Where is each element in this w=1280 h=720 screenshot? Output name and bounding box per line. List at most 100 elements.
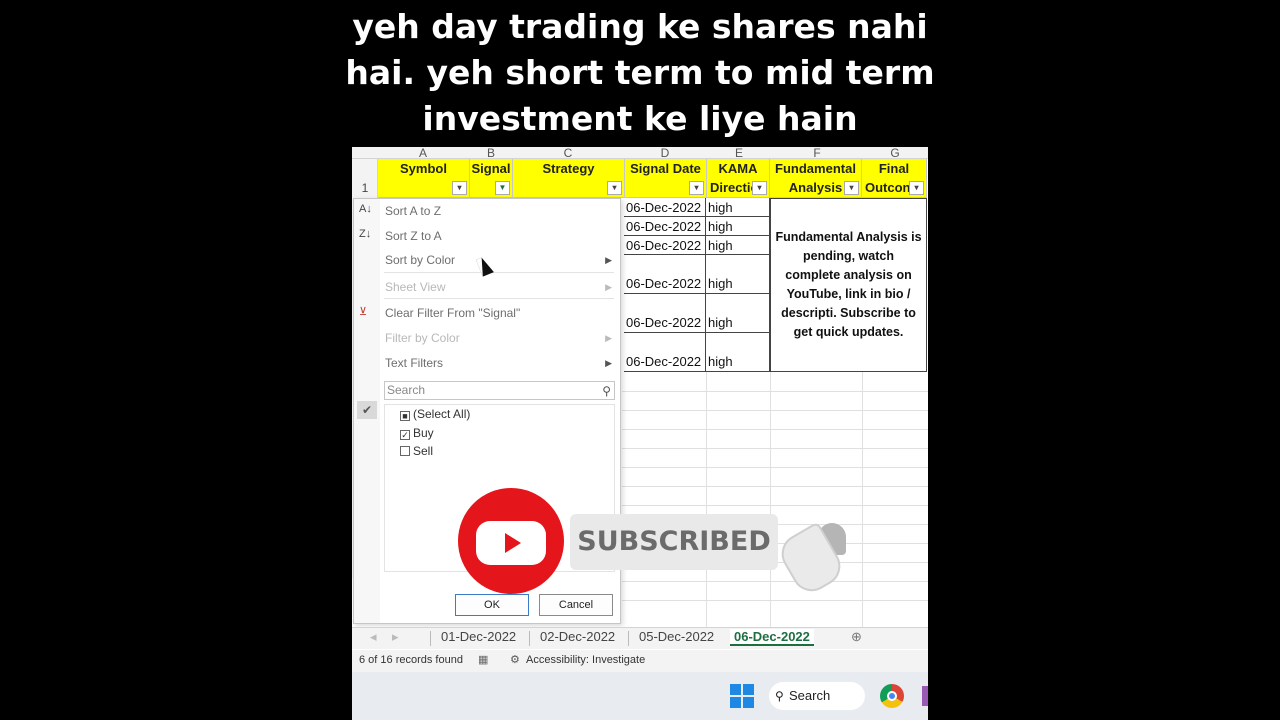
menu-sort-a-to-z[interactable]: Sort A to Z — [385, 204, 441, 218]
search-placeholder: Search — [387, 383, 426, 397]
cell-kama[interactable]: high — [706, 217, 770, 236]
fundamental-note-cell[interactable]: Fundamental Analysis is pending, watch c… — [770, 198, 927, 372]
tab-01-dec-2022[interactable]: 01-Dec-2022 — [441, 629, 516, 644]
cell-kama[interactable]: high — [706, 255, 770, 294]
tab-02-dec-2022[interactable]: 02-Dec-2022 — [540, 629, 615, 644]
clear-filter-icon: ⊻ — [359, 306, 368, 318]
cell-kama[interactable]: high — [706, 333, 770, 372]
sort-za-icon: Z↓ — [359, 228, 372, 240]
menu-sort-z-to-a[interactable]: Sort Z to A — [385, 229, 442, 243]
taskbar-search[interactable]: ⚲ Search — [769, 682, 865, 710]
youtube-logo-icon[interactable] — [458, 488, 564, 594]
grid-line — [622, 467, 928, 468]
grid-line — [622, 581, 928, 582]
grid-line — [622, 410, 928, 411]
cell-signal-date[interactable]: 06-Dec-2022 — [624, 294, 706, 333]
filter-item-buy[interactable]: ✓ Buy — [400, 425, 434, 441]
cell-kama[interactable]: high — [706, 294, 770, 333]
cell-signal-date[interactable]: 06-Dec-2022 — [624, 333, 706, 372]
menu-separator — [384, 298, 614, 299]
header-kama-line1: KAMA — [718, 161, 758, 176]
filter-dropdown-icon[interactable]: ▾ — [607, 181, 622, 195]
grid-line — [622, 600, 928, 601]
accessibility-status[interactable]: Accessibility: Investigate — [526, 654, 645, 666]
header-fundamental-line1: Fundamental — [775, 161, 856, 176]
filter-item-select-all[interactable]: ■ (Select All) — [400, 406, 470, 422]
cell-signal-date[interactable]: 06-Dec-2022 — [624, 217, 706, 236]
menu-clear-filter[interactable]: Clear Filter From "Signal" — [385, 306, 520, 320]
checkbox-checked-icon[interactable]: ✓ — [400, 430, 410, 440]
submenu-arrow-icon: ▶ — [605, 282, 612, 292]
header-signal-label: Signal — [471, 161, 511, 176]
filter-dropdown-icon[interactable]: ▾ — [689, 181, 704, 195]
header-signal-date: Signal Date ▾ — [625, 159, 707, 198]
accessibility-icon: ⚙ — [510, 654, 520, 666]
tab-scroll-left-icon[interactable]: ◂ — [370, 629, 377, 645]
header-strategy-label: Strategy — [542, 161, 595, 176]
checkbox-partial-icon[interactable]: ■ — [400, 411, 410, 421]
header-kama: KAMA Directio ▾ — [707, 159, 770, 198]
caption-line-3: investment ke liye hain — [422, 99, 858, 138]
macro-icon[interactable]: ▦ — [478, 653, 488, 666]
sort-az-icon: A↓ — [359, 203, 372, 215]
subscribed-button[interactable]: SUBSCRIBED — [570, 514, 778, 570]
windows-start-icon[interactable] — [730, 684, 754, 708]
header-signal-date-label: Signal Date — [630, 161, 701, 176]
filter-dropdown-icon[interactable]: ▾ — [844, 181, 859, 195]
grid-line — [622, 448, 928, 449]
taskbar-search-label: Search — [789, 688, 831, 703]
ok-button[interactable]: OK — [455, 594, 529, 616]
grid-line — [862, 372, 863, 627]
tab-separator — [529, 631, 530, 646]
cell-signal-date[interactable]: 06-Dec-2022 — [624, 255, 706, 294]
tab-06-dec-2022[interactable]: 06-Dec-2022 — [730, 629, 814, 646]
filter-dropdown-icon[interactable]: ▾ — [452, 181, 467, 195]
grid-line — [622, 391, 928, 392]
filter-item-label: Sell — [413, 444, 434, 458]
filter-active-icon[interactable]: ▼ — [495, 181, 510, 195]
add-sheet-icon[interactable]: ⊕ — [851, 629, 862, 645]
filter-dropdown-icon[interactable]: ▾ — [752, 181, 767, 195]
app-icon[interactable] — [922, 686, 928, 706]
checkbox-unchecked-icon[interactable] — [400, 446, 410, 456]
grid-line — [622, 429, 928, 430]
menu-text-filters[interactable]: Text Filters — [385, 356, 443, 370]
menu-sort-by-color[interactable]: Sort by Color — [385, 253, 455, 267]
cancel-button[interactable]: Cancel — [539, 594, 613, 616]
filter-search-input[interactable]: Search ⚲ — [384, 381, 615, 400]
header-strategy: Strategy ▾ — [513, 159, 625, 198]
header-fundamental: Fundamental Analysis ▾ — [770, 159, 862, 198]
cell-kama[interactable]: high — [706, 198, 770, 217]
menu-filter-by-color[interactable]: Filter by Color — [385, 331, 460, 345]
menu-sheet-view[interactable]: Sheet View — [385, 280, 446, 294]
status-bar: 6 of 16 records found ▦ ⚙ Accessibility:… — [352, 650, 928, 672]
cell-kama[interactable]: high — [706, 236, 770, 255]
filter-dropdown-icon[interactable]: ▾ — [909, 181, 924, 195]
grid-line — [770, 372, 771, 627]
tab-separator — [430, 631, 431, 646]
fundamental-note-text: Fundamental Analysis is pending, watch c… — [775, 230, 922, 339]
video-caption: yeh day trading ke shares nahi hai. yeh … — [340, 4, 940, 142]
header-symbol: Symbol ▾ — [378, 159, 470, 198]
header-symbol-label: Symbol — [400, 161, 447, 176]
excel-window: A B C D E F G 1 Symbol ▾ Signal ▼ Strate… — [352, 147, 928, 720]
records-found-status: 6 of 16 records found — [359, 654, 463, 666]
tab-scroll-right-icon[interactable]: ▸ — [392, 629, 399, 645]
column-headers: A B C D E F G — [352, 147, 928, 160]
header-signal: Signal ▼ — [470, 159, 513, 198]
search-icon: ⚲ — [602, 384, 611, 398]
chrome-icon[interactable] — [880, 684, 904, 708]
grid-line — [622, 486, 928, 487]
cell-signal-date[interactable]: 06-Dec-2022 — [624, 198, 706, 217]
filter-item-label: (Select All) — [413, 407, 471, 421]
filter-item-sell[interactable]: Sell — [400, 443, 433, 459]
tab-05-dec-2022[interactable]: 05-Dec-2022 — [639, 629, 714, 644]
submenu-arrow-icon: ▶ — [605, 358, 612, 368]
filter-item-label: Buy — [413, 426, 434, 440]
tab-separator — [628, 631, 629, 646]
grid-line — [706, 372, 707, 627]
cell-signal-date[interactable]: 06-Dec-2022 — [624, 236, 706, 255]
submenu-arrow-icon: ▶ — [605, 255, 612, 265]
menu-separator — [384, 272, 614, 273]
row-1-number[interactable]: 1 — [352, 181, 378, 195]
